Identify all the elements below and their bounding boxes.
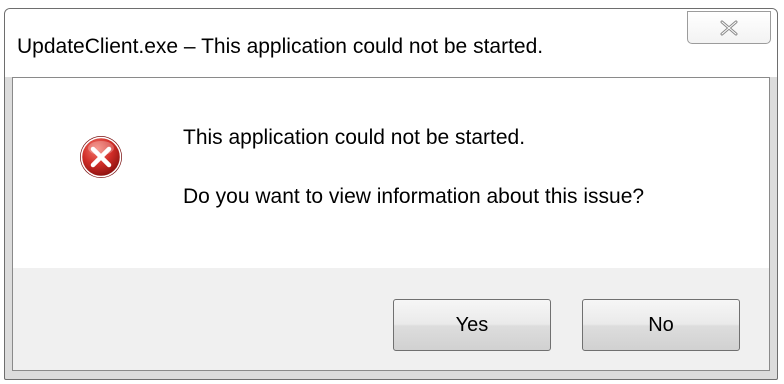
close-button[interactable] [687,11,771,44]
error-icon [79,135,123,179]
yes-button[interactable]: Yes [393,299,551,351]
message-panel: This application could not be started. D… [13,78,769,268]
title-bar[interactable]: UpdateClient.exe – This application coul… [5,9,777,77]
message-text: This application could not be started. [183,126,526,149]
no-button[interactable]: No [582,299,740,351]
window-title: UpdateClient.exe – This application coul… [17,35,544,58]
error-dialog: UpdateClient.exe – This application coul… [4,8,778,380]
close-icon [720,20,738,35]
dialog-content: This application could not be started. D… [12,77,770,371]
question-text: Do you want to view information about th… [183,185,645,208]
